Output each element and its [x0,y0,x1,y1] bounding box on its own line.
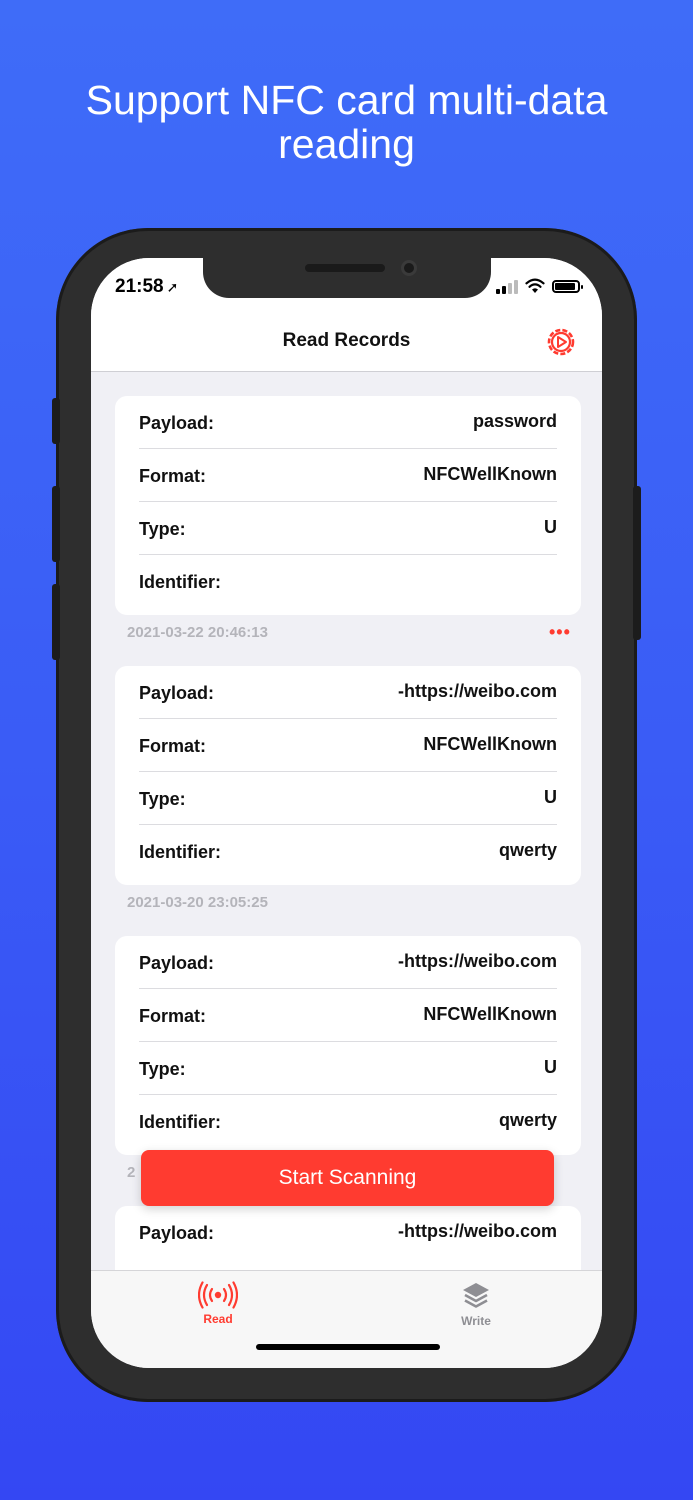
row-label: Identifier: [139,842,222,862]
tab-read[interactable]: Read [178,1281,258,1326]
battery-icon [552,280,583,293]
phone-frame: 21:58 ➚ Read Records Payload: password F… [52,228,641,1402]
location-arrow-icon: ➚ [166,279,179,295]
row-label: Payload: [139,683,215,703]
record-row: Identifier: qwerty [139,825,557,885]
record-row: Type: U [139,1042,557,1095]
row-value: password [472,411,557,431]
row-value: U [544,1057,557,1077]
nfc-wave-icon [198,1281,238,1309]
status-time-text: 21:58 [115,276,164,297]
more-options-icon[interactable]: ••• [549,622,571,643]
tab-write[interactable]: Write [436,1281,516,1328]
wifi-icon [525,278,545,293]
record-row: Format: NFCWellKnown [139,719,557,772]
power-button [633,486,641,640]
row-value: qwerty [498,1110,557,1130]
row-label: Format: [139,736,206,756]
navigation-bar: Read Records [91,302,602,372]
record-row: Payload: -https://weibo.com [139,1206,557,1259]
mute-switch [52,398,60,444]
headline: Support NFC card multi-data reading [0,78,693,166]
row-value: qwerty [498,840,557,860]
record-timestamp: 2021-03-22 20:46:13 [127,624,268,641]
row-label: Type: [139,1059,186,1079]
row-value: -https://weibo.com [398,951,557,971]
headline-line-2: reading [278,121,415,167]
record-timestamp: 2 [127,1164,136,1181]
front-camera [401,260,417,276]
row-value: -https://weibo.com [398,681,557,701]
row-label: Payload: [139,953,215,973]
volume-down-button [52,584,60,660]
row-label: Type: [139,789,186,809]
row-value: NFCWellKnown [423,734,557,754]
record-row: Type: U [139,772,557,825]
row-label: Identifier: [139,1112,222,1132]
gear-icon[interactable] [545,326,577,358]
start-scanning-button[interactable]: Start Scanning [141,1150,554,1206]
phone-screen: 21:58 ➚ Read Records Payload: password F… [91,258,602,1368]
row-label: Type: [139,519,186,539]
row-value: U [544,517,557,537]
layers-icon [463,1283,489,1308]
record-row: Format: NFCWellKnown [139,449,557,502]
speaker-grille [305,264,385,272]
row-value: U [544,787,557,807]
record-card[interactable]: Payload: -https://weibo.com Format: NFCW… [115,936,581,1155]
tab-read-label: Read [203,1312,233,1326]
row-label: Identifier: [139,572,222,592]
row-value: -https://weibo.com [398,1221,557,1241]
volume-up-button [52,486,60,562]
cellular-signal-icon [496,280,518,294]
record-card[interactable]: Payload: -https://weibo.com [115,1206,581,1270]
record-row: Payload: password [139,396,557,449]
record-row: Payload: -https://weibo.com [139,936,557,989]
record-card[interactable]: Payload: password Format: NFCWellKnown T… [115,396,581,615]
headline-line-1: Support NFC card multi-data [85,77,608,123]
home-indicator [256,1344,440,1350]
row-label: Format: [139,1006,206,1026]
page-title: Read Records [282,330,411,351]
record-row: Type: U [139,502,557,555]
row-value: NFCWellKnown [423,464,557,484]
record-timestamp: 2021-03-20 23:05:25 [127,894,268,911]
status-time: 21:58 ➚ [115,276,178,298]
tab-write-label: Write [461,1314,491,1328]
row-label: Payload: [139,413,215,433]
records-list[interactable]: Payload: password Format: NFCWellKnown T… [91,372,602,1270]
row-value: NFCWellKnown [423,1004,557,1024]
row-label: Format: [139,466,206,486]
record-card[interactable]: Payload: -https://weibo.com Format: NFCW… [115,666,581,885]
record-row: Format: NFCWellKnown [139,989,557,1042]
record-row: Identifier: qwerty [139,1095,557,1155]
record-row: Payload: -https://weibo.com [139,666,557,719]
row-label: Payload: [139,1223,215,1243]
record-row: Identifier: [139,555,557,615]
tab-bar: Read Write [91,1270,602,1368]
notch [203,258,491,298]
